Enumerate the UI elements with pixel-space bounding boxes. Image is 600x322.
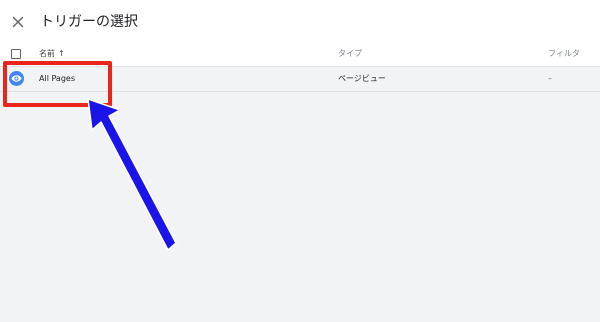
trigger-type: ページビュー <box>338 74 386 83</box>
column-header-name-label: 名前 <box>39 49 55 58</box>
select-all-checkbox[interactable] <box>11 49 21 59</box>
arrow-up-icon: ↑ <box>58 49 65 58</box>
close-button[interactable] <box>8 12 28 32</box>
close-icon <box>12 16 24 28</box>
dialog-title: トリガーの選択 <box>40 14 138 30</box>
column-header-type: タイプ <box>338 49 362 58</box>
table-body <box>0 67 600 322</box>
dialog-header: トリガーの選択 <box>0 0 600 46</box>
column-header-filter: フィルタ <box>548 49 580 58</box>
table-header: 名前 ↑ タイプ フィルタ <box>0 46 600 67</box>
trigger-selection-dialog: トリガーの選択 名前 ↑ タイプ フィルタ All Pages ページビュー – <box>0 0 600 322</box>
trigger-row-all-pages[interactable]: All Pages ページビュー – <box>0 67 600 92</box>
column-header-name[interactable]: 名前 ↑ <box>39 48 65 60</box>
trigger-name: All Pages <box>39 74 75 83</box>
eye-icon <box>9 71 24 86</box>
trigger-filter: – <box>548 74 552 83</box>
